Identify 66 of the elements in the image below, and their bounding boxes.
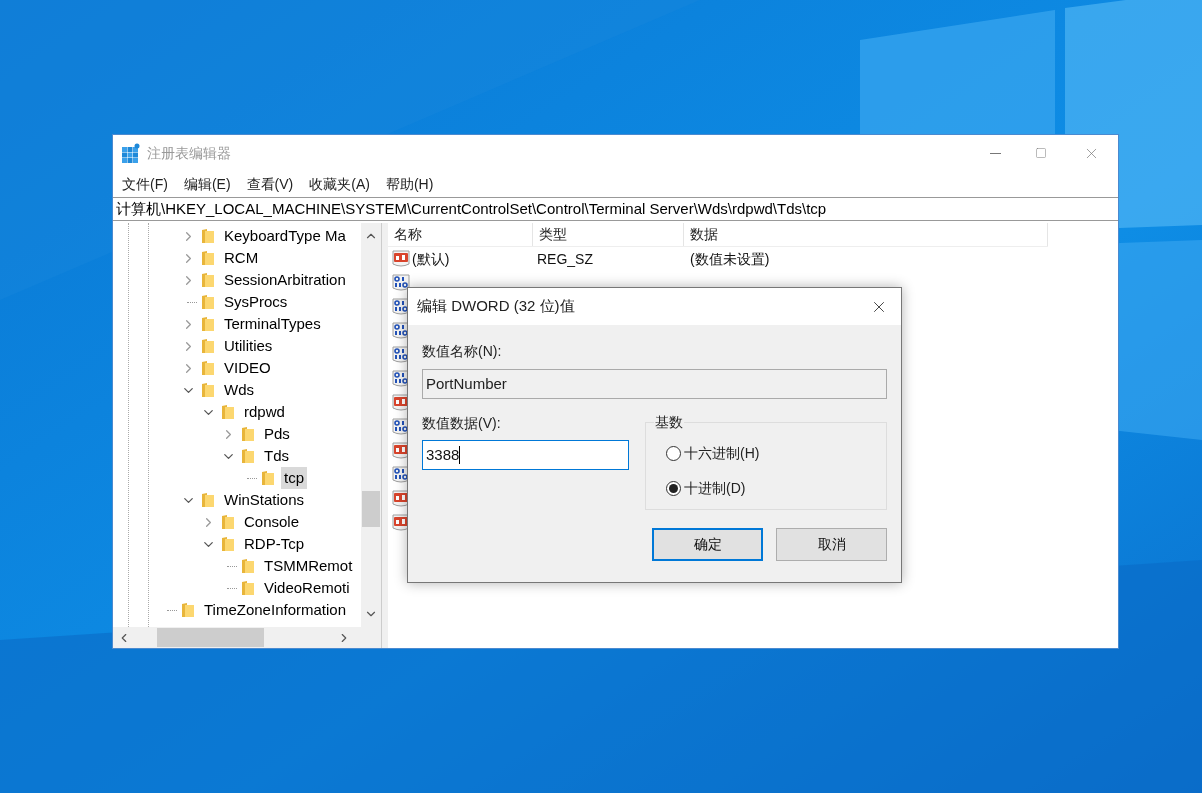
app-icon (121, 143, 141, 163)
tree-item[interactable]: VideoRemoti (261, 577, 353, 599)
tree-item[interactable]: Console (241, 511, 303, 533)
folder-icon (241, 558, 255, 574)
minimize-icon (989, 152, 1001, 154)
tree-item[interactable]: Utilities (221, 335, 276, 357)
value-name[interactable]: (默认) (412, 248, 450, 270)
folder-icon (201, 250, 215, 266)
dialog-title: 编辑 DWORD (32 位)值 (417, 296, 575, 317)
value-data-field[interactable]: 3388 (422, 440, 629, 470)
menu-item[interactable]: 文件(F) (114, 173, 176, 195)
vertical-scrollbar[interactable] (361, 223, 381, 627)
folder-icon (261, 470, 275, 486)
maximize-icon (1035, 147, 1047, 159)
tree-item[interactable]: rdpwd (241, 401, 288, 423)
menu-item[interactable]: 编辑(E) (175, 173, 239, 195)
column-header[interactable]: 名称 (388, 223, 533, 246)
string-value-icon (392, 250, 410, 268)
column-header[interactable]: 类型 (533, 223, 684, 246)
table-cell: REG_SZ (537, 250, 593, 267)
folder-icon (201, 382, 215, 398)
tree-item[interactable]: WinStations (221, 489, 308, 511)
folder-icon (221, 404, 235, 420)
horizontal-scrollbar[interactable] (113, 627, 381, 648)
scrollbar-thumb[interactable] (157, 628, 264, 647)
dialog-button[interactable]: 确定 (652, 528, 763, 561)
folder-icon (201, 492, 215, 508)
value-name-field: PortNumber (422, 369, 887, 399)
folder-icon (201, 228, 215, 244)
folder-icon (201, 316, 215, 332)
tree-item[interactable]: SysProcs (221, 291, 291, 313)
folder-icon (241, 580, 255, 596)
tree-item[interactable]: TimeZoneInformation (201, 599, 349, 621)
folder-icon (221, 514, 235, 530)
field-label: 数值名称(N): (422, 342, 503, 361)
tree-item[interactable]: Tds (261, 445, 292, 467)
address-field[interactable]: 计算机\HKEY_LOCAL_MACHINE\SYSTEM\CurrentControlSet\Control\Terminal Server\Wds\rdpwd\Tds\tcp (113, 197, 1118, 221)
folder-icon (201, 294, 215, 310)
field-label: 数值数据(V): (422, 414, 502, 433)
tree-item[interactable]: RCM (221, 247, 262, 269)
tree-item[interactable]: TSMMRemot (261, 555, 356, 577)
tree-item[interactable]: VIDEO (221, 357, 274, 379)
folder-icon (181, 602, 195, 618)
folder-icon (201, 272, 215, 288)
tree-item[interactable]: KeyboardType Ma (221, 225, 349, 247)
column-header[interactable]: 数据 (684, 223, 1048, 246)
folder-icon (241, 426, 255, 442)
folder-icon (221, 536, 235, 552)
scrollbar-thumb[interactable] (362, 491, 380, 527)
dialog-button[interactable]: 取消 (776, 528, 887, 561)
folder-icon (201, 338, 215, 354)
tree-item[interactable]: tcp (281, 467, 307, 489)
radio-option[interactable]: 十进制(D) (666, 478, 886, 499)
table-cell: (数值未设置) (690, 250, 770, 267)
tree-item[interactable]: TerminalTypes (221, 313, 324, 335)
menu-item[interactable]: 收藏夹(A) (301, 173, 378, 195)
tree-item[interactable]: SessionArbitration (221, 269, 349, 291)
radio-option[interactable]: 十六进制(H) (666, 443, 886, 464)
menu-item[interactable]: 帮助(H) (377, 173, 442, 195)
menu-item[interactable]: 查看(V) (238, 173, 302, 195)
tree-item[interactable]: Pds (261, 423, 293, 445)
folder-icon (241, 448, 255, 464)
tree-item[interactable]: Wds (221, 379, 257, 401)
tree-item[interactable]: RDP-Tcp (241, 533, 307, 555)
folder-icon (201, 360, 215, 376)
window-title: 注册表编辑器 (147, 143, 231, 163)
